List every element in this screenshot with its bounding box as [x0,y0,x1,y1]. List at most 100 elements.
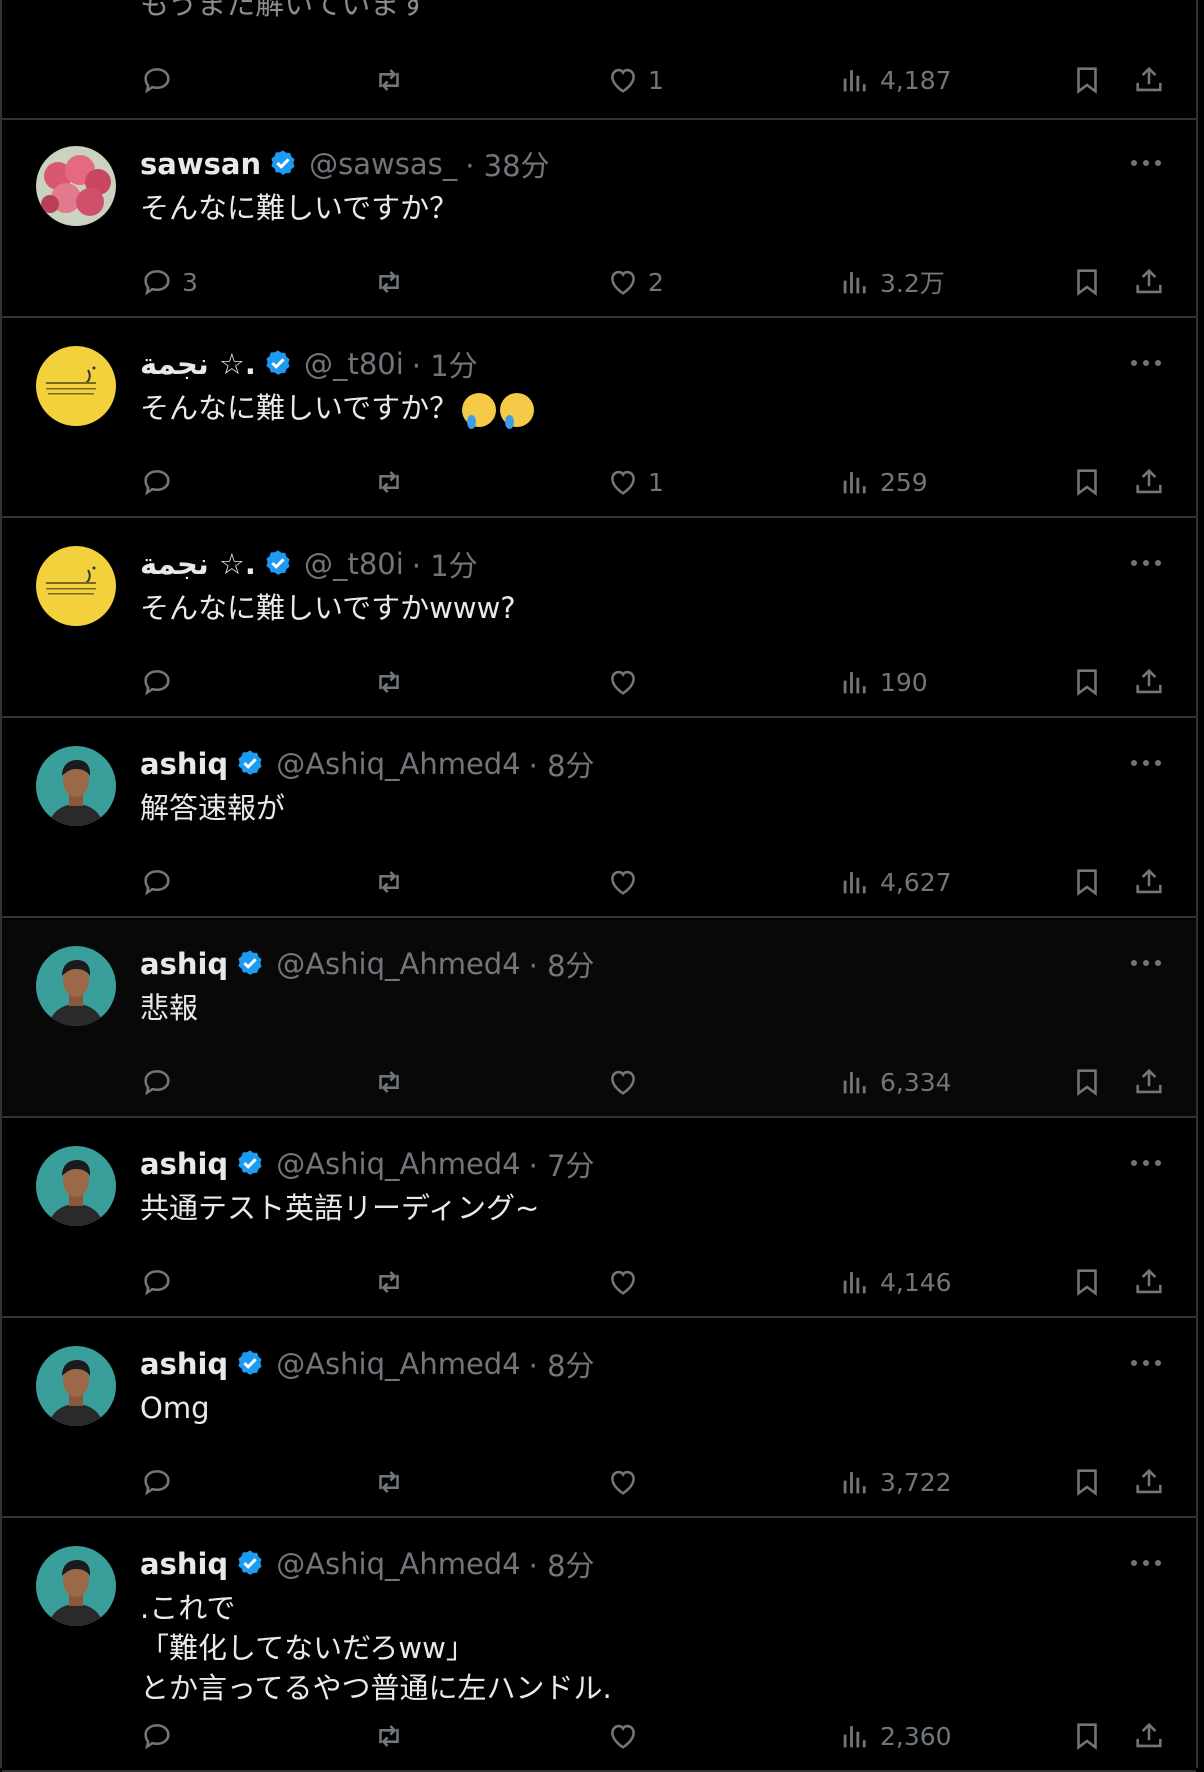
timestamp[interactable]: · 1分 [412,343,478,385]
bookmark-button[interactable] [1070,860,1104,904]
more-icon[interactable] [1126,348,1166,378]
bookmark-button[interactable] [1070,58,1104,102]
avatar[interactable] [36,746,116,826]
tweet[interactable]: ashiq @Ashiq_Ahmed4 · 8分 .これで 「難化してないだろw… [2,1520,1196,1772]
views-button[interactable]: 4,146 [838,1260,952,1304]
user-handle[interactable]: @_t80i [304,347,404,381]
like-button[interactable]: 2 [606,260,664,304]
avatar[interactable] [36,946,116,1026]
like-button[interactable] [606,1460,648,1504]
retweet-button[interactable] [372,260,406,304]
retweet-button[interactable] [372,660,406,704]
user-handle[interactable]: @sawsas_ [309,147,457,181]
share-button[interactable] [1132,1260,1166,1304]
timestamp[interactable]: · 8分 [529,743,595,785]
display-name[interactable]: sawsan [140,147,261,181]
avatar[interactable] [36,146,116,226]
tweet[interactable]: sawsan @sawsas_ · 38分 そんなに難しいですか？ 3 2 3.… [2,120,1196,318]
more-icon[interactable] [1126,1548,1166,1578]
timestamp[interactable]: · 1分 [412,543,478,585]
tweet[interactable]: ashiq @Ashiq_Ahmed4 · 8分 悲報 6,334 [2,920,1196,1118]
share-button[interactable] [1132,460,1166,504]
timestamp[interactable]: · 8分 [529,1543,595,1585]
views-button[interactable]: 4,187 [838,58,952,102]
more-icon[interactable] [1126,1148,1166,1178]
user-handle[interactable]: @Ashiq_Ahmed4 [276,947,520,981]
share-button[interactable] [1132,660,1166,704]
display-name[interactable]: نجمة ☆. [140,347,256,381]
display-name[interactable]: ashiq [140,1347,228,1381]
reply-button[interactable] [140,1714,182,1758]
tweet[interactable]: ashiq @Ashiq_Ahmed4 · 7分 共通テスト英語リーディング~ [2,1120,1196,1318]
like-button[interactable]: 1 [606,460,664,504]
retweet-button[interactable] [372,1460,406,1504]
avatar[interactable] [36,346,116,426]
retweet-button[interactable] [372,460,406,504]
retweet-button[interactable] [372,1060,406,1104]
user-handle[interactable]: @Ashiq_Ahmed4 [276,1147,520,1181]
timestamp[interactable]: · 8分 [529,943,595,985]
user-handle[interactable]: @_t80i [304,547,404,581]
timestamp[interactable]: · 7分 [529,1143,595,1185]
more-icon[interactable] [1126,148,1166,178]
display-name[interactable]: ashiq [140,1147,228,1181]
avatar[interactable] [36,1546,116,1626]
user-handle[interactable]: @Ashiq_Ahmed4 [276,747,520,781]
views-button[interactable]: 259 [838,460,928,504]
like-button[interactable] [606,1260,648,1304]
bookmark-button[interactable] [1070,260,1104,304]
timestamp[interactable]: · 8分 [529,1343,595,1385]
share-button[interactable] [1132,58,1166,102]
bookmark-button[interactable] [1070,460,1104,504]
display-name[interactable]: ashiq [140,1547,228,1581]
tweet[interactable]: نجمة ☆. @_t80i · 1分 そんなに難しいですかwww? 190 [2,520,1196,718]
more-icon[interactable] [1126,548,1166,578]
share-button[interactable] [1132,860,1166,904]
avatar[interactable] [36,1346,116,1426]
reply-button[interactable]: 3 [140,260,198,304]
reply-button[interactable] [140,58,174,102]
reply-button[interactable] [140,1460,182,1504]
reply-button[interactable] [140,1260,182,1304]
share-button[interactable] [1132,260,1166,304]
like-button[interactable]: 1 [606,58,664,102]
bookmark-button[interactable] [1070,660,1104,704]
like-button[interactable] [606,660,648,704]
reply-button[interactable] [140,1060,182,1104]
share-button[interactable] [1132,1714,1166,1758]
retweet-button[interactable] [372,1714,406,1758]
tweet-partial[interactable]: もうまた解いています 1 4,187 [2,0,1196,120]
views-button[interactable]: 4,627 [838,860,952,904]
views-button[interactable]: 6,334 [838,1060,952,1104]
reply-button[interactable] [140,460,182,504]
tweet[interactable]: ashiq @Ashiq_Ahmed4 · 8分 Omg 3,722 [2,1320,1196,1518]
like-button[interactable] [606,1714,648,1758]
more-icon[interactable] [1126,948,1166,978]
display-name[interactable]: ashiq [140,947,228,981]
retweet-button[interactable] [372,860,406,904]
bookmark-button[interactable] [1070,1460,1104,1504]
user-handle[interactable]: @Ashiq_Ahmed4 [276,1347,520,1381]
retweet-button[interactable] [372,1260,406,1304]
like-button[interactable] [606,1060,648,1104]
more-icon[interactable] [1126,748,1166,778]
views-button[interactable]: 3,722 [838,1460,952,1504]
views-button[interactable]: 2,360 [838,1714,952,1758]
views-button[interactable]: 190 [838,660,928,704]
display-name[interactable]: نجمة ☆. [140,547,256,581]
retweet-button[interactable] [372,58,406,102]
share-button[interactable] [1132,1460,1166,1504]
bookmark-button[interactable] [1070,1260,1104,1304]
timestamp[interactable]: · 38分 [465,143,549,185]
reply-button[interactable] [140,660,182,704]
user-handle[interactable]: @Ashiq_Ahmed4 [276,1547,520,1581]
tweet[interactable]: نجمة ☆. @_t80i · 1分 そんなに難しいですか？ 1 259 [2,320,1196,518]
more-icon[interactable] [1126,1348,1166,1378]
views-button[interactable]: 3.2万 [838,260,945,304]
avatar[interactable] [36,1146,116,1226]
bookmark-button[interactable] [1070,1060,1104,1104]
share-button[interactable] [1132,1060,1166,1104]
display-name[interactable]: ashiq [140,747,228,781]
reply-button[interactable] [140,860,182,904]
like-button[interactable] [606,860,648,904]
